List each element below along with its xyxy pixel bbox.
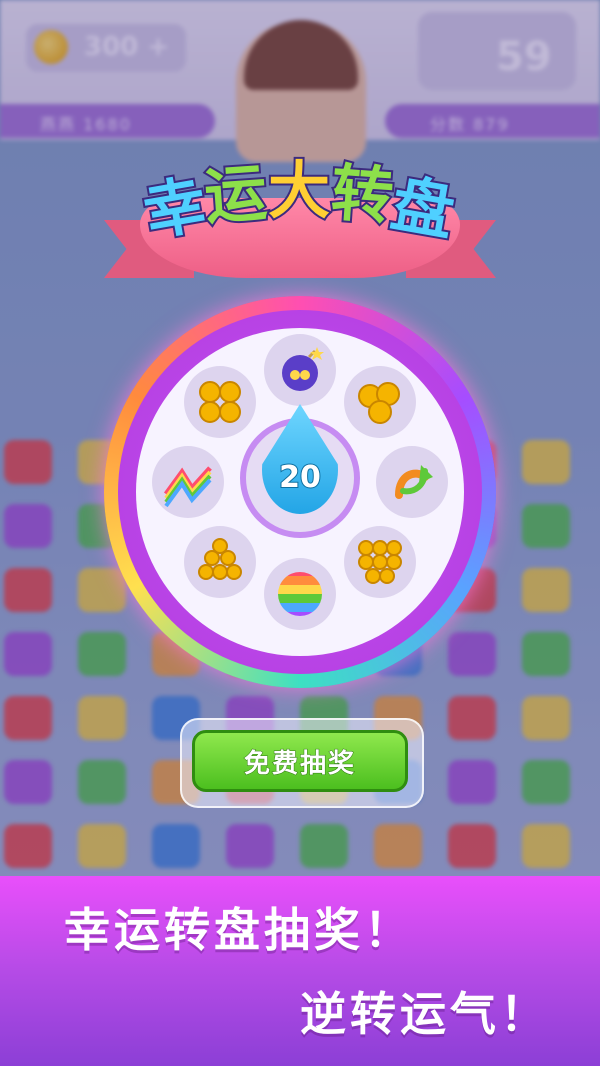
bomb-icon xyxy=(264,334,336,406)
promo-line-2: 逆转运气！ xyxy=(300,987,550,1041)
promo-line-1: 幸运转盘抽奖！ xyxy=(64,903,414,957)
title-char-2: 运 xyxy=(200,154,273,235)
swap-arrows-icon xyxy=(376,446,448,518)
spin-count: 20 xyxy=(278,459,322,496)
rainbow-ball-icon xyxy=(264,558,336,630)
title-char-3: 大 xyxy=(266,152,332,229)
gold-coins-pile-icon xyxy=(184,526,256,598)
wheel-title: 幸运大转盘 xyxy=(120,140,480,252)
gold-coins-icon xyxy=(344,366,416,438)
rainbow-lightning-icon xyxy=(152,446,224,518)
gold-coins-pile-icon xyxy=(344,526,416,598)
gold-coins-icon xyxy=(184,366,256,438)
free-spin-button[interactable]: 免费抽奖 xyxy=(192,730,408,792)
